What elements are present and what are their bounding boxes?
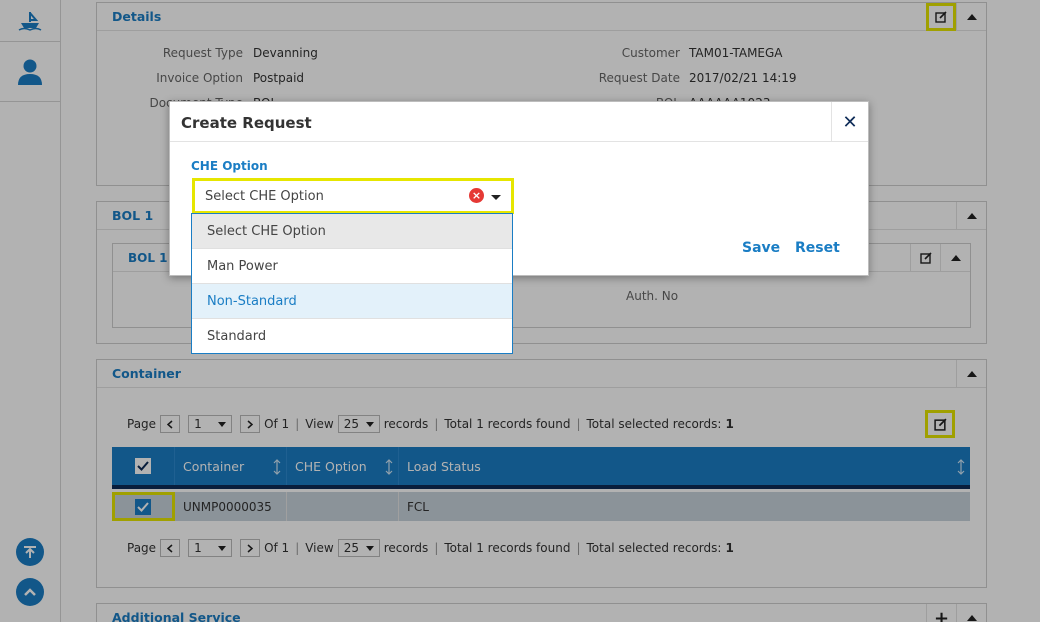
- option-select-che[interactable]: Select CHE Option: [192, 214, 512, 249]
- option-man-power[interactable]: Man Power: [192, 249, 512, 284]
- modal-title: Create Request: [181, 114, 312, 132]
- che-option-select[interactable]: Select CHE Option ×: [192, 178, 514, 214]
- save-button[interactable]: Save: [742, 240, 780, 256]
- chevron-down-icon[interactable]: [491, 195, 501, 200]
- option-standard[interactable]: Standard: [192, 319, 512, 354]
- reset-button[interactable]: Reset: [795, 240, 840, 256]
- che-option-dropdown: Select CHE Option Man Power Non-Standard…: [191, 213, 513, 354]
- modal-overlay: [0, 0, 1040, 622]
- che-option-label: CHE Option: [191, 159, 268, 173]
- clear-icon[interactable]: ×: [469, 188, 484, 203]
- select-value: Select CHE Option: [205, 189, 324, 204]
- option-non-standard[interactable]: Non-Standard: [192, 284, 512, 319]
- close-icon[interactable]: ✕: [831, 102, 868, 142]
